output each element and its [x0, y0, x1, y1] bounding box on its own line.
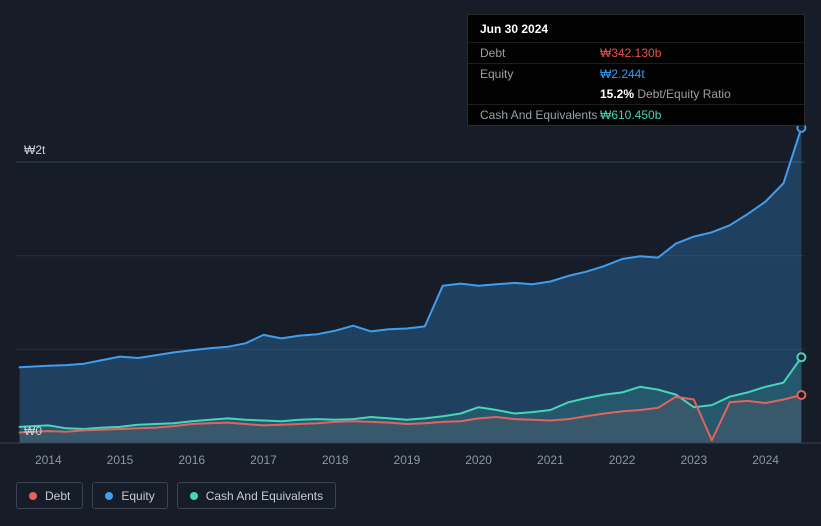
- x-tick-label: 2023: [680, 453, 707, 467]
- x-tick-label: 2022: [609, 453, 636, 467]
- x-tick-label: 2016: [178, 453, 205, 467]
- legend-item-debt[interactable]: Debt: [16, 482, 84, 509]
- debt-dot-icon: [29, 491, 37, 500]
- y-tick-label: ₩2t: [24, 143, 46, 157]
- tooltip-cash-value: ₩610.450b: [600, 108, 662, 122]
- x-tick-label: 2021: [537, 453, 564, 467]
- debt-equity-chart: 2014 2015 2016 2017 2018 2019 2020 2021 2022 2023…: [0, 0, 821, 526]
- chart-plot-area[interactable]: 2014 2015 2016 2017 2018 2019 2020 2021 2022 2023…: [0, 110, 821, 490]
- cash-dot-icon: [189, 491, 198, 500]
- tooltip-row-debt: Debt ₩342.130b: [468, 42, 804, 63]
- debt-end-marker: [796, 390, 807, 400]
- legend-debt-label: Debt: [45, 488, 71, 503]
- x-tick-label: 2017: [250, 453, 277, 467]
- x-tick-label: 2018: [322, 453, 349, 467]
- x-tick-label: 2020: [465, 453, 492, 467]
- tooltip-row-equity: Equity ₩2.244t: [468, 63, 804, 84]
- legend-item-equity[interactable]: Equity: [92, 482, 168, 509]
- legend-item-cash[interactable]: Cash And Equivalents: [176, 482, 337, 509]
- y-tick-label: ₩0: [24, 424, 42, 438]
- tooltip-ratio-value: 15.2% Debt/Equity Ratio: [600, 87, 804, 101]
- tooltip-cash-label: Cash And Equivalents: [480, 108, 598, 122]
- tooltip-equity-label: Equity: [480, 67, 514, 81]
- chart-legend: Debt Equity Cash And Equivalents: [16, 482, 337, 509]
- tooltip-debt-value: ₩342.130b: [600, 46, 662, 60]
- equity-dot-icon: [105, 491, 114, 500]
- tooltip-row-cash: Cash And Equivalents ₩610.450b: [468, 104, 804, 125]
- equity-area: [19, 127, 802, 444]
- ratio-caption: Debt/Equity Ratio: [634, 87, 731, 101]
- ratio-percent: 15.2%: [600, 87, 635, 101]
- chart-tooltip: Jun 30 2024 Debt ₩342.130b Equity ₩2.244…: [467, 14, 805, 126]
- x-tick-label: 2015: [107, 453, 134, 467]
- tooltip-date: Jun 30 2024: [480, 22, 549, 36]
- cash-and-equivalents-end-marker: [796, 352, 807, 363]
- tooltip-equity-value: ₩2.244t: [600, 67, 645, 81]
- x-tick-label: 2019: [394, 453, 421, 467]
- x-tick-label: 2014: [35, 453, 62, 467]
- x-tick-label: 2024: [752, 453, 779, 467]
- tooltip-debt-label: Debt: [480, 46, 506, 60]
- legend-equity-label: Equity: [121, 488, 155, 503]
- tooltip-row-ratio: 15.2% Debt/Equity Ratio: [468, 84, 804, 104]
- legend-cash-label: Cash And Equivalents: [205, 488, 324, 503]
